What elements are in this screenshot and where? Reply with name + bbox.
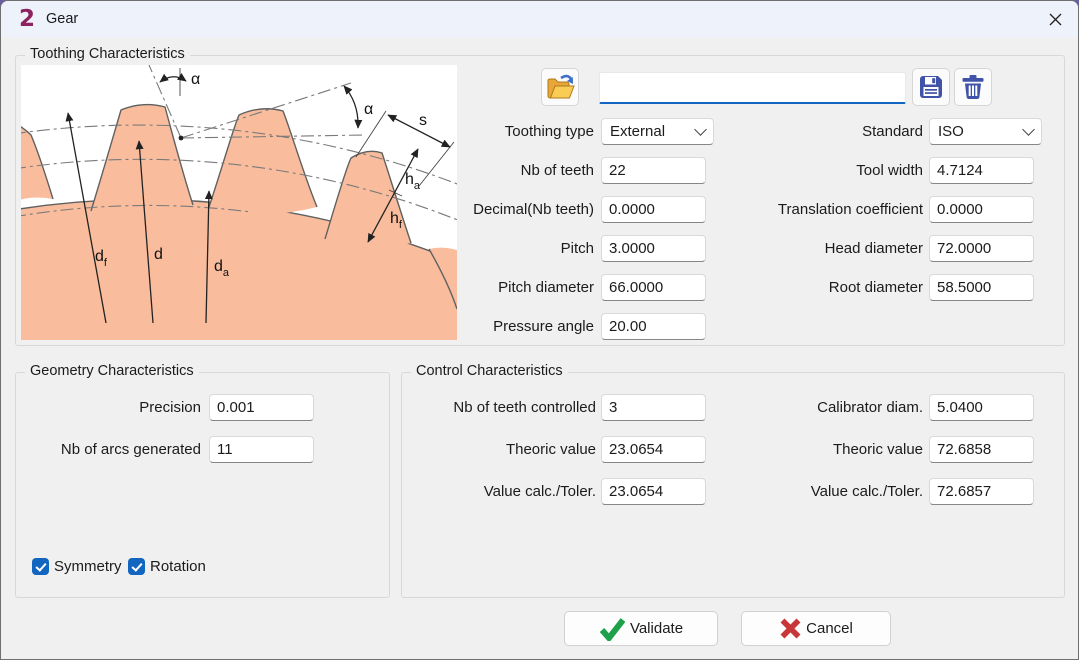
root-diameter-label: Root diameter [673,274,923,301]
close-icon [1049,13,1062,26]
cancel-x-icon [779,617,802,640]
standard-value: ISO [938,123,964,140]
toothing-type-value: External [610,123,665,140]
gear-name-input[interactable] [599,72,906,104]
nb-arcs-generated-label: Nb of arcs generated [31,436,201,463]
translation-coefficient-input[interactable] [929,196,1034,223]
pitch-diameter-label: Pitch diameter [344,274,594,301]
theoric-value-left-label: Theoric value [406,436,596,463]
cancel-button[interactable]: Cancel [741,611,891,646]
save-icon [916,72,946,102]
theoric-value-right-input[interactable] [929,436,1034,463]
titlebar: 2 Gear [1,1,1078,37]
save-button[interactable] [912,68,950,106]
precision-input[interactable] [209,394,314,421]
toothing-type-label: Toothing type [344,118,594,145]
pitch-label: Pitch [344,235,594,262]
d-label: d [154,246,163,263]
nb-teeth-controlled-label: Nb of teeth controlled [406,394,596,421]
open-file-button[interactable] [541,68,579,106]
validate-button-label: Validate [630,620,683,637]
cancel-button-label: Cancel [806,620,853,637]
rotation-checkbox-label: Rotation [150,558,206,575]
pressure-angle-input[interactable] [601,313,706,340]
trash-icon [958,72,988,102]
gear-dialog: 2 Gear Toothing Characteristics [0,0,1079,660]
tool-width-label: Tool width [673,157,923,184]
validate-check-icon [599,617,626,641]
value-calc-toler-right-label: Value calc./Toler. [673,478,923,505]
pressure-angle-label: Pressure angle [344,313,594,340]
nb-arcs-generated-input[interactable] [209,436,314,463]
window-title: Gear [46,1,78,37]
pitch-point [179,136,184,141]
standard-label: Standard [673,118,923,145]
precision-label: Precision [31,394,201,421]
translation-coefficient-label: Translation coefficient [673,196,923,223]
head-diameter-input[interactable] [929,235,1034,262]
calibrator-diam-label: Calibrator diam. [673,394,923,421]
group-control-title: Control Characteristics [411,363,568,379]
root-diameter-input[interactable] [929,274,1034,301]
head-diameter-label: Head diameter [673,235,923,262]
delete-button[interactable] [954,68,992,106]
group-toothing-title: Toothing Characteristics [25,46,190,62]
dialog-body: Toothing Characteristics [1,37,1078,659]
check-icon [32,558,49,575]
app-logo-icon: 2 [14,6,40,32]
rotation-checkbox[interactable]: Rotation [128,558,206,575]
chevron-down-icon [1022,123,1035,136]
close-button[interactable] [1032,1,1078,37]
calibrator-diam-input[interactable] [929,394,1034,421]
group-geometry-title: Geometry Characteristics [25,363,199,379]
validate-button[interactable]: Validate [564,611,718,646]
alpha-label-top: α [191,71,200,88]
symmetry-checkbox-label: Symmetry [54,558,122,575]
symmetry-checkbox[interactable]: Symmetry [32,558,122,575]
value-calc-toler-right-input[interactable] [929,478,1034,505]
decimal-nb-teeth-label: Decimal(Nb teeth) [344,196,594,223]
value-calc-toler-left-label: Value calc./Toler. [406,478,596,505]
tool-width-input[interactable] [929,157,1034,184]
open-folder-icon [544,71,576,103]
standard-select[interactable]: ISO [929,118,1042,145]
check-icon [128,558,145,575]
theoric-value-right-label: Theoric value [673,436,923,463]
alpha-label-right: α [364,101,373,118]
nb-of-teeth-label: Nb of teeth [344,157,594,184]
